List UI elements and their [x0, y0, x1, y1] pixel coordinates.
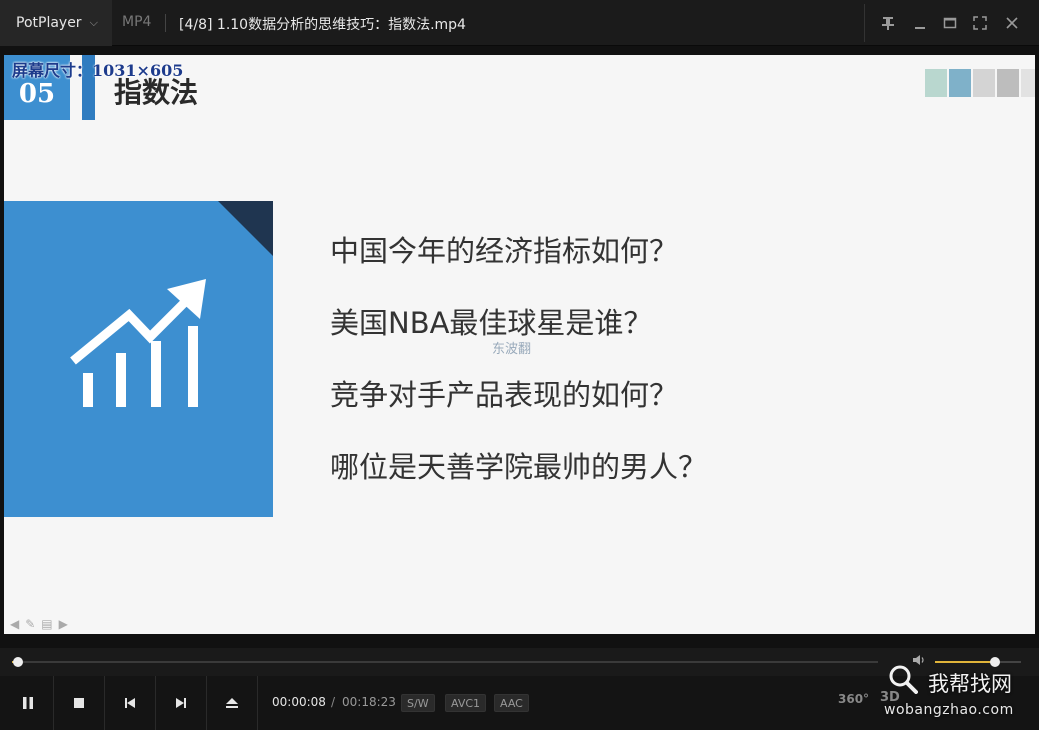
- question-item: 哪位是天善学院最帅的男人？: [330, 450, 708, 484]
- question-item: 竞争对手产品表现的如何？: [330, 378, 679, 412]
- format-label: MP4: [122, 14, 152, 30]
- slide-tools: ◀ ✎ ▤ ▶: [10, 617, 68, 631]
- question-item: 中国今年的经济指标如何？: [330, 234, 679, 268]
- stop-button[interactable]: [54, 676, 105, 730]
- pause-button[interactable]: [3, 676, 54, 730]
- growth-chart-icon: [70, 201, 273, 407]
- menu-icon[interactable]: ▤: [41, 617, 52, 631]
- fullscreen-icon[interactable]: [967, 10, 993, 36]
- time-separator: /: [331, 695, 336, 709]
- site-watermark: 我帮找网 wobangzhao.com: [884, 662, 1036, 728]
- minimize-icon[interactable]: [907, 10, 933, 36]
- total-duration: 00:18:23: [342, 695, 396, 709]
- decoder-badge[interactable]: S/W: [401, 694, 435, 712]
- eject-button[interactable]: [207, 676, 258, 730]
- window-title: [4/8] 1.10数据分析的思维技巧：指数法.mp4: [179, 17, 466, 33]
- watermark-text: 东波翻: [492, 342, 532, 357]
- audio-codec-badge[interactable]: AAC: [494, 694, 529, 712]
- app-menu-button[interactable]: PotPlayer ⌵: [0, 0, 112, 46]
- pin-icon[interactable]: [875, 10, 901, 36]
- stop-icon: [74, 698, 84, 708]
- site-name: 我帮找网: [928, 672, 1012, 696]
- next-button[interactable]: [156, 676, 207, 730]
- skip-back-icon: [125, 698, 135, 708]
- chart-illustration: [4, 201, 273, 517]
- seek-bar[interactable]: [12, 657, 878, 667]
- divider: [864, 4, 865, 42]
- blurred-logo: [925, 69, 1035, 97]
- title-bar: PotPlayer ⌵ MP4 [4/8] 1.10数据分析的思维技巧：指数法.…: [0, 0, 1039, 46]
- skip-forward-icon: [176, 698, 186, 708]
- magnifier-icon: [889, 665, 918, 694]
- pause-icon: [23, 697, 33, 709]
- video-area[interactable]: 05 指数法 屏幕尺寸：1031×605 中国今年的经济指标如何？ 美国NBA最…: [4, 55, 1035, 634]
- app-name: PotPlayer: [16, 15, 82, 31]
- maximize-icon[interactable]: [937, 10, 963, 36]
- arrow-left-icon[interactable]: ◀: [10, 617, 19, 631]
- arrow-right-icon[interactable]: ▶: [59, 617, 68, 631]
- question-list: 中国今年的经济指标如何？ 美国NBA最佳球星是谁？ 竞争对手产品表现的如何？ 哪…: [330, 231, 707, 519]
- screen-size-label: 屏幕尺寸：1031×605: [12, 61, 184, 80]
- seek-handle[interactable]: [13, 657, 24, 667]
- divider: [165, 14, 166, 32]
- pen-icon[interactable]: ✎: [25, 617, 35, 631]
- video-codec-badge[interactable]: AVC1: [445, 694, 487, 712]
- site-url: wobangzhao.com: [884, 702, 1014, 718]
- close-icon[interactable]: [999, 10, 1025, 36]
- chevron-down-icon: ⌵: [89, 16, 98, 29]
- current-time: 00:00:08: [272, 695, 326, 709]
- previous-button[interactable]: [105, 676, 156, 730]
- section-number: 05: [18, 79, 56, 109]
- vr-360-button[interactable]: 360°: [838, 692, 869, 706]
- eject-icon: [226, 698, 238, 708]
